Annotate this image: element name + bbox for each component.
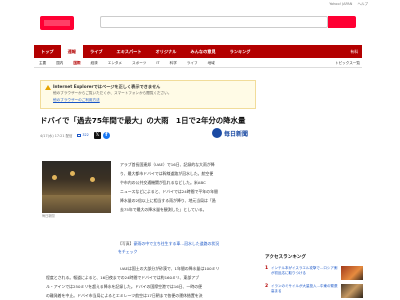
notice-link[interactable]: 他のブラウザーのご利用方法 [53,98,100,103]
nav-expert[interactable]: エキスパート [110,45,149,58]
article-body-line: 降水量の2倍以上に相当する雨が降り、地元当局は「過 [120,198,216,203]
help-link[interactable]: ヘルプ [358,2,369,6]
ranking-title: アクセスランキング [265,255,306,260]
category-nav: 主要 国内 国際 経済 エンタメ スポーツ IT 科学 ライフ 地域 トピックス… [34,58,362,68]
ranking-thumbnail[interactable] [341,284,363,298]
category-science[interactable]: 科学 [165,58,182,67]
category-domestic[interactable]: 国内 [51,58,68,67]
article-body-line: 程度とされる。報道によると、16日夜までの24時間でドバイでは約160ミリ、東部… [46,275,199,280]
warning-icon [45,85,51,90]
category-local[interactable]: 地域 [203,58,220,67]
article-body-line: アラブ首長国連邦（UAE）で16日、記録的な大雨が降 [120,162,215,167]
article-body-line: や市内の公共交通機関が乱れるなどした。米ABC [120,180,206,185]
top-utility-bar: Yahoo! JAPAN ヘルプ [0,0,400,9]
x-share-icon[interactable]: 𝕏 [93,131,101,139]
article-body-line: り、最大都市ドバイでは幹線道路が冠水した。航空便 [120,171,214,176]
comment-icon[interactable] [77,133,82,137]
yahoo-news-logo[interactable] [40,16,74,30]
street-light [90,177,95,182]
publisher-logo[interactable]: 毎日新聞 [212,128,248,138]
article-body-line: ニュースなどによると、ドバイでは24時間で平年の年間 [120,189,218,194]
article-meta: 4/17(水) 17:21 配信 322 𝕏 f [40,131,110,139]
photo-credit: 毎日新聞 [42,214,55,218]
utility-links: Yahoo! JAPAN ヘルプ [325,2,368,7]
article-body-line: ル・アインでは250ミリを超える降水を記録した。ドバイの国際空港では16日、一時… [46,284,203,289]
article-photo[interactable] [42,161,111,213]
notice-title: Internet Explorerではページを正しく表示できません [53,84,161,89]
notice-body: 他のブラウザーからご覧いただくか、スマートフォンから閲覧ください。 [53,91,172,95]
nav-ranking[interactable]: ランキング [223,45,258,58]
browser-notice: Internet Explorerではページを正しく表示できません 他のブラウザ… [40,80,256,109]
search-input[interactable] [100,16,328,28]
photo-tag: 【写真】 [118,241,134,246]
category-main[interactable]: 主要 [34,58,51,67]
street-light [70,171,75,176]
article-body-line: UAEは国土の大部分が砂漠で、1年間の降水量は100ミリ [120,266,220,271]
category-sports[interactable]: スポーツ [127,58,151,67]
nav-original[interactable]: オリジナル [149,45,184,58]
article-date: 4/17(水) 17:21 配信 [40,133,73,138]
publisher-mark-icon [212,128,222,138]
ranking-headline[interactable]: インテル本がイスラエル攻撃で…ロシア側が初反応に取りつける [271,266,339,276]
nav-paid[interactable]: 有料 [346,45,362,58]
ranking-number: 1 [265,266,269,271]
search-button[interactable] [328,16,356,28]
article-title: ドバイで「過去75年間で最大」の大雨 1日で2年分の降水量 [40,116,246,125]
category-entertainment[interactable]: エンタメ [103,58,127,67]
article-body-line: 去75年で最大の降水量を観測した」としている。 [120,207,207,212]
main-nav: トップ 速報 ライブ エキスパート オリジナル みんなの意見 ランキング 有料 [34,45,362,58]
street-light [52,175,57,180]
nav-top[interactable]: トップ [34,45,61,58]
category-life[interactable]: ライフ [182,58,203,67]
nav-breaking[interactable]: 速報 [60,45,83,58]
photo-gallery-link[interactable]: 【写真】豪雨の中で立ち往生する車…冠水した道路の状況 をチェック [118,240,219,256]
ranking-number: 2 [265,284,269,289]
photo-link-text-1[interactable]: 豪雨の中で立ち往生する車…冠水した道路の状況 [134,241,220,246]
category-economy[interactable]: 経済 [86,58,103,67]
ranking-thumbnail[interactable] [341,266,363,280]
ranking-item[interactable]: 1 インテル本がイスラエル攻撃で…ロシア側が初反応に取りつける [265,266,363,282]
ranking-headline[interactable]: イランのミサイルが大量投入…中東の緊張高まる [271,284,339,294]
category-international[interactable]: 国際 [68,58,85,67]
photo-link-text-2[interactable]: をチェック [118,249,137,254]
nav-live[interactable]: ライブ [83,45,110,58]
ranking-item[interactable]: 2 イランのミサイルが大量投入…中東の緊張高まる [265,284,363,300]
nav-opinions[interactable]: みんなの意見 [184,45,223,58]
facebook-share-icon[interactable]: f [102,131,110,139]
category-it[interactable]: IT [151,58,164,67]
publisher-name: 毎日新聞 [224,130,249,138]
topics-list-link[interactable]: トピックス一覧 [335,58,362,67]
flood-water [42,195,111,213]
yahoo-japan-link[interactable]: Yahoo! JAPAN [329,2,352,6]
article-body-line: の離発着を中止。ドバイ市当局によるとエミレーツ航空は17日朝まで各便の運休措置を… [46,293,203,298]
comment-count[interactable]: 322 [82,133,88,137]
sidebar-ad-space [265,76,363,246]
